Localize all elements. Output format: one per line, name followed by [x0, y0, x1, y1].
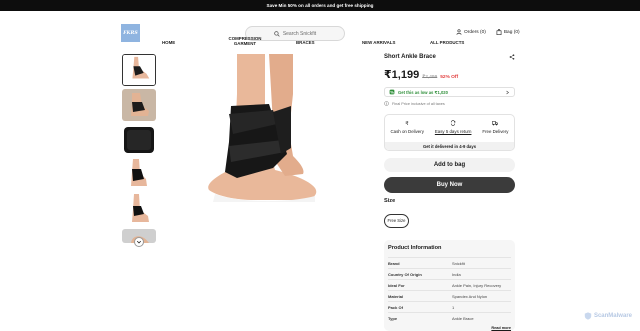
orders-button[interactable]: Orders (0): [456, 29, 486, 35]
feature-returns[interactable]: Easy 5 days return: [435, 120, 471, 134]
bag-button[interactable]: Bag (0): [496, 29, 520, 35]
nav-item-new-arrivals[interactable]: NEW ARRIVALS: [362, 40, 395, 45]
header: FKRS Search Snickfit Orders (0) Bag (0): [0, 11, 640, 42]
info-row: Material Spandex And Nylon: [388, 290, 511, 301]
chevron-down-icon: [136, 240, 142, 244]
offer-tag-icon: %: [389, 89, 395, 95]
info-row: Ideal For Ankle Pain, Injury Recovery: [388, 279, 511, 290]
tax-note: Final Price inclusive of all taxes: [384, 101, 515, 106]
svg-text:₹: ₹: [405, 121, 409, 126]
delivery-estimate: Get it delivered in 4-9 days: [385, 142, 514, 150]
feature-free-delivery: Free Delivery: [482, 120, 509, 134]
main-nav: HOME COMPRESSION GARMENT BRACES NEW ARRI…: [0, 36, 640, 48]
thumbnail-1[interactable]: [122, 54, 156, 86]
info-row: Type Ankle Brace: [388, 312, 511, 323]
announcement-bar: Save Min 50% on all orders and get free …: [0, 0, 640, 11]
thumbnail-5[interactable]: [122, 194, 156, 226]
read-more-link[interactable]: Read more: [491, 326, 511, 330]
watermark-text: ScanMalware: [593, 313, 632, 319]
share-icon[interactable]: [509, 54, 515, 60]
product-information-heading: Product Information: [388, 245, 442, 251]
product-information: Product Information Brand Snickfit Countr…: [384, 240, 515, 331]
buy-now-button[interactable]: Buy Now: [384, 177, 515, 193]
nav-item-all-products[interactable]: ALL PRODUCTS: [430, 40, 464, 45]
offer-banner[interactable]: % Get this as low as ₹1,020: [384, 87, 515, 97]
watermark: ScanMalware: [584, 312, 632, 320]
truck-icon: [492, 121, 499, 126]
rupee-icon: ₹: [405, 121, 409, 126]
nav-item-braces[interactable]: BRACES: [296, 40, 315, 45]
orders-label: Orders (0): [464, 29, 486, 35]
discount-badge: 52% Off: [440, 75, 459, 80]
info-icon: [384, 101, 389, 106]
tax-note-text: Final Price inclusive of all taxes: [392, 101, 445, 106]
product-title: Short Ankle Brace: [384, 54, 436, 60]
product-main-image: [165, 54, 355, 244]
nav-item-compression-garment[interactable]: COMPRESSION GARMENT: [226, 36, 264, 46]
shield-icon: [584, 312, 592, 320]
thumbnail-2[interactable]: [122, 89, 156, 121]
add-to-bag-button[interactable]: Add to bag: [384, 158, 515, 172]
product-price: ₹1,199: [384, 69, 420, 81]
svg-text:%: %: [390, 91, 394, 95]
size-heading: Size: [384, 198, 396, 204]
size-option-free-size[interactable]: Free Size: [384, 213, 409, 228]
product-details: Short Ankle Brace ₹1,199 ₹2,499 52% Off …: [384, 54, 515, 193]
return-icon: [451, 120, 456, 126]
thumbnail-list: [122, 54, 158, 246]
size-selector: Size Free Size: [384, 198, 515, 228]
bag-icon: [496, 29, 502, 35]
thumbnail-scroll-down-button[interactable]: [134, 237, 144, 247]
thumbnail-4[interactable]: [122, 159, 156, 191]
announcement-text: Save Min 50% on all orders and get free …: [266, 3, 374, 8]
offer-text: Get this as low as ₹1,020: [398, 89, 448, 95]
nav-item-home[interactable]: HOME: [162, 40, 175, 45]
info-row: Brand Snickfit: [388, 257, 511, 268]
feature-cod: ₹ Cash on Delivery: [390, 121, 424, 134]
chevron-right-icon: [506, 90, 509, 94]
user-icon: [456, 29, 462, 35]
info-row: Pack Of 1: [388, 301, 511, 312]
product-mrp: ₹2,499: [422, 75, 438, 80]
bag-label: Bag (0): [503, 29, 520, 35]
delivery-features: ₹ Cash on Delivery Easy 5 days return Fr…: [384, 114, 515, 151]
info-row: Country Of Origin India: [388, 268, 511, 279]
thumbnail-3[interactable]: [122, 124, 156, 156]
